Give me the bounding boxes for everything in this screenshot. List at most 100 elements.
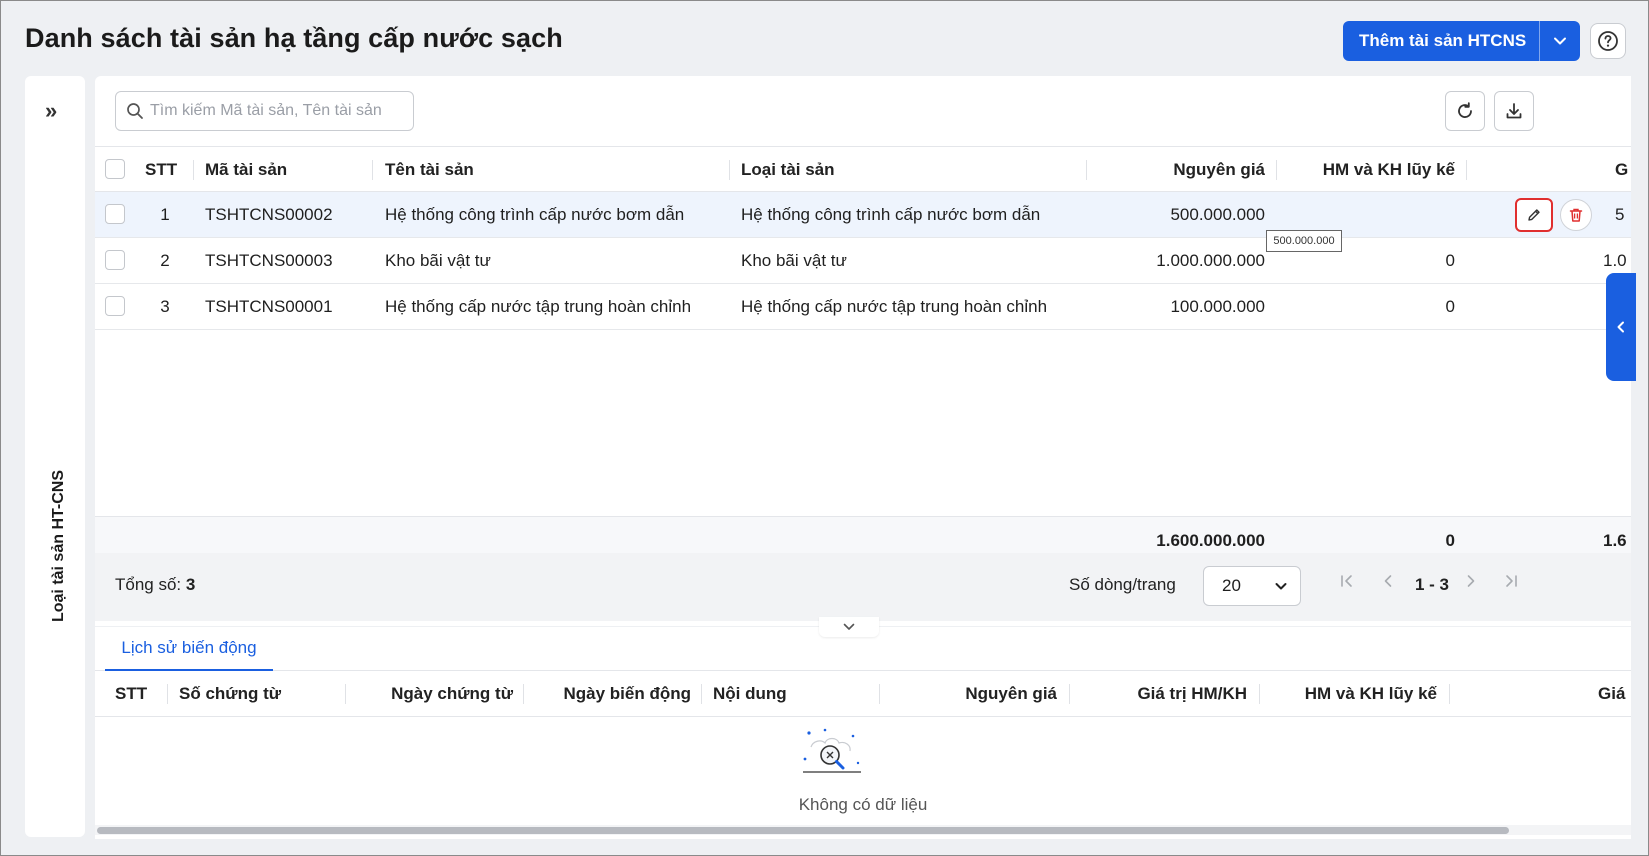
pagination-bar: Tổng số: 3 Số dòng/trang 20 1 - 3 <box>95 553 1631 621</box>
col-divider <box>1069 684 1070 704</box>
col-divider <box>167 684 168 704</box>
search-box[interactable] <box>115 91 414 131</box>
col-divider <box>1466 160 1467 180</box>
history-col-change-date[interactable]: Ngày biến động <box>533 671 692 716</box>
collapse-detail-button[interactable] <box>819 617 879 637</box>
chevron-left-icon <box>1617 321 1624 333</box>
history-col-stt[interactable]: STT <box>115 671 147 716</box>
asset-table-card: STT Mã tài sản Tên tài sản Loại tài sản … <box>95 76 1631 626</box>
total-count-label: Tổng số: <box>115 575 182 594</box>
add-options-dropdown[interactable] <box>1540 34 1580 48</box>
download-icon <box>1506 103 1522 119</box>
table-header: STT Mã tài sản Tên tài sản Loại tài sản … <box>95 146 1631 192</box>
add-asset-button-label: Thêm tài sản HTCNS <box>1359 31 1527 50</box>
next-page-icon[interactable] <box>1463 573 1479 589</box>
page-range: 1 - 3 <box>1415 575 1450 594</box>
last-page-icon[interactable] <box>1503 573 1519 589</box>
history-horizontal-scrollbar[interactable] <box>95 825 1631 835</box>
row-checkbox[interactable] <box>105 250 125 270</box>
col-more[interactable]: G <box>1615 147 1628 192</box>
edit-button[interactable] <box>1515 198 1553 232</box>
col-asset-name[interactable]: Tên tài sản <box>385 147 474 192</box>
scrollbar-thumb[interactable] <box>97 827 1509 834</box>
col-asset-code[interactable]: Mã tài sản <box>205 147 287 192</box>
download-button[interactable] <box>1494 91 1534 131</box>
table-row[interactable]: 2 TSHTCNS00003 Kho bãi vật tư Kho bãi vậ… <box>95 238 1631 284</box>
empty-data-icon <box>803 728 861 773</box>
row-asset-type: Kho bãi vật tư <box>741 251 847 270</box>
history-col-more[interactable]: Giá <box>1598 671 1625 716</box>
col-divider <box>879 684 880 704</box>
select-all-checkbox[interactable] <box>105 159 125 179</box>
total-count: Tổng số: 3 <box>115 575 195 595</box>
history-card: Lịch sử biến động STT Số chứng từ Ngày c… <box>95 627 1631 839</box>
row-asset-name: Hệ thống cấp nước tập trung hoàn chỉnh <box>385 297 692 316</box>
app-frame: Danh sách tài sản hạ tầng cấp nước sạch … <box>0 0 1649 856</box>
asset-type-panel-label: Loại tài sản HT-CNS <box>50 469 67 623</box>
chevron-down-icon <box>1554 37 1566 45</box>
search-icon <box>127 103 143 119</box>
row-accumulated-depreciation: 0 <box>1445 297 1455 316</box>
col-divider <box>701 684 702 704</box>
col-stt[interactable]: STT <box>145 147 177 192</box>
row-stt: 3 <box>160 297 170 316</box>
page-title: Danh sách tài sản hạ tầng cấp nước sạch <box>25 23 563 53</box>
chevron-down-icon <box>1275 583 1287 590</box>
row-stt: 2 <box>160 251 170 270</box>
refresh-icon <box>1458 102 1472 118</box>
col-divider <box>1449 684 1450 704</box>
history-col-original-cost[interactable]: Nguyên giá <box>889 671 1057 716</box>
col-divider <box>1086 160 1087 180</box>
delete-button[interactable] <box>1560 199 1592 231</box>
row-checkbox[interactable] <box>105 204 125 224</box>
col-divider <box>1276 160 1277 180</box>
tab-history[interactable]: Lịch sử biến động <box>105 627 273 671</box>
col-divider <box>372 160 373 180</box>
asset-type-panel: » Loại tài sản HT-CNS <box>25 76 85 837</box>
expand-panel-icon[interactable]: » <box>45 98 57 124</box>
page-size-value: 20 <box>1222 576 1241 595</box>
row-extra: 5 <box>1615 205 1625 224</box>
row-asset-code: TSHTCNS00003 <box>205 251 333 270</box>
rows-per-page-label: Số dòng/trang <box>1069 575 1176 594</box>
row-asset-name: Hệ thống công trình cấp nước bơm dẫn <box>385 205 685 224</box>
col-divider <box>193 160 194 180</box>
prev-page-icon[interactable] <box>1380 573 1396 589</box>
history-col-doc-date[interactable]: Ngày chứng từ <box>355 671 513 716</box>
add-asset-button[interactable]: Thêm tài sản HTCNS <box>1343 21 1580 61</box>
col-divider <box>523 684 524 704</box>
first-page-icon[interactable] <box>1339 573 1355 589</box>
history-col-depreciation-value[interactable]: Giá trị HM/KH <box>1079 671 1247 716</box>
pencil-icon <box>1528 209 1540 221</box>
table-row[interactable]: 3 TSHTCNS00001 Hệ thống cấp nước tập tru… <box>95 284 1631 330</box>
help-icon <box>1598 31 1618 51</box>
cell-tooltip: 500.000.000 <box>1266 230 1342 252</box>
trash-icon <box>1569 208 1583 222</box>
empty-data-text: Không có dữ liệu <box>798 795 928 814</box>
row-asset-type: Hệ thống cấp nước tập trung hoàn chỉnh <box>741 297 1048 316</box>
right-panel-toggle[interactable] <box>1606 273 1636 381</box>
col-divider <box>345 684 346 704</box>
row-checkbox[interactable] <box>105 296 125 316</box>
row-asset-name: Kho bãi vật tư <box>385 251 491 270</box>
table-row[interactable]: 1 TSHTCNS00002 Hệ thống công trình cấp n… <box>95 192 1631 238</box>
chevron-down-icon <box>843 623 855 630</box>
col-asset-type[interactable]: Loại tài sản <box>741 147 835 192</box>
row-asset-code: TSHTCNS00001 <box>205 297 333 316</box>
col-divider <box>1259 684 1260 704</box>
history-col-doc-number[interactable]: Số chứng từ <box>179 671 281 716</box>
col-accumulated-depreciation[interactable]: HM và KH lũy kế <box>1285 147 1455 192</box>
col-original-cost[interactable]: Nguyên giá <box>1095 147 1265 192</box>
row-stt: 1 <box>160 205 170 224</box>
row-original-cost: 100.000.000 <box>1170 297 1265 316</box>
col-divider <box>729 160 730 180</box>
total-count-value: 3 <box>185 575 196 594</box>
page-size-select[interactable]: 20 <box>1203 566 1301 606</box>
search-input[interactable] <box>150 102 400 120</box>
row-asset-code: TSHTCNS00002 <box>205 205 333 224</box>
row-asset-type: Hệ thống công trình cấp nước bơm dẫn <box>741 205 1041 224</box>
history-col-accumulated-depreciation[interactable]: HM và KH lũy kế <box>1269 671 1437 716</box>
history-col-content[interactable]: Nội dung <box>713 671 787 716</box>
refresh-button[interactable] <box>1445 91 1485 131</box>
help-button[interactable] <box>1590 23 1626 59</box>
